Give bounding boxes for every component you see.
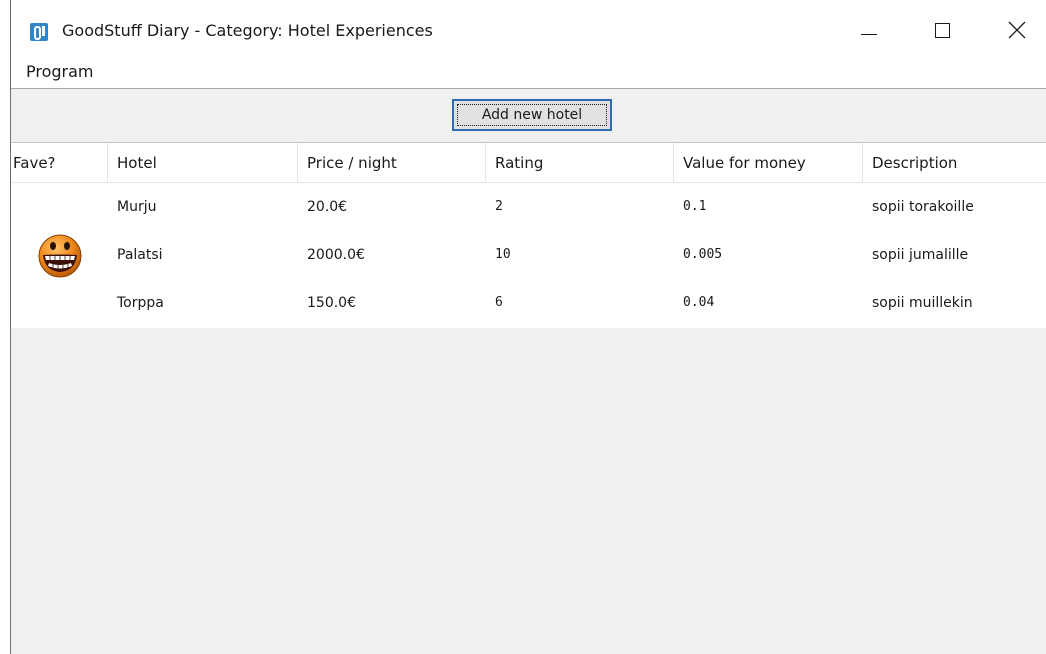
value-for-money: 0.1	[683, 199, 707, 214]
table-row[interactable]: Murju 20.0€ 2 0.1 sopii torakoille	[11, 183, 1046, 231]
close-icon	[1008, 21, 1026, 39]
table-body: Murju 20.0€ 2 0.1 sopii torakoille Palat…	[11, 183, 1046, 328]
table-row[interactable]: Torppa 150.0€ 6 0.04 sopii muillekin	[11, 279, 1046, 327]
hotel-name: Murju	[117, 199, 157, 215]
rating: 6	[495, 295, 503, 310]
close-button[interactable]	[993, 8, 1039, 54]
toolbar: Add new hotel	[11, 88, 1046, 143]
column-header-value[interactable]: Value for money	[674, 143, 863, 183]
minimize-icon	[861, 34, 877, 35]
grinning-smiley-icon[interactable]	[37, 233, 83, 279]
price-per-night: 20.0€	[307, 199, 348, 215]
menu-bar: Program	[11, 58, 1046, 88]
price-per-night: 150.0€	[307, 295, 356, 311]
title-bar[interactable]: GoodStuff Diary - Category: Hotel Experi…	[11, 0, 1046, 60]
price-per-night: 2000.0€	[307, 247, 365, 263]
description: sopii torakoille	[872, 199, 974, 215]
value-for-money: 0.04	[683, 295, 715, 310]
column-header-rating[interactable]: Rating	[486, 143, 674, 183]
hotel-name: Torppa	[117, 295, 164, 311]
add-new-hotel-button[interactable]: Add new hotel	[452, 99, 612, 131]
add-new-hotel-label: Add new hotel	[481, 107, 583, 123]
rating: 10	[495, 247, 511, 262]
description: sopii jumalille	[872, 247, 969, 263]
value-for-money: 0.005	[683, 247, 723, 262]
app-window: GoodStuff Diary - Category: Hotel Experi…	[10, 0, 1046, 654]
hotel-table[interactable]: Fave? Hotel Price / night Rating Value f…	[11, 143, 1046, 654]
column-header-price[interactable]: Price / night	[298, 143, 486, 183]
column-header-fave[interactable]: Fave?	[11, 143, 108, 183]
column-header-description[interactable]: Description	[863, 143, 1046, 183]
menu-program[interactable]: Program	[24, 61, 96, 83]
maximize-icon	[935, 23, 950, 38]
table-row[interactable]: Palatsi 2000.0€ 10 0.005 sopii jumalille	[11, 231, 1046, 279]
table-header: Fave? Hotel Price / night Rating Value f…	[11, 143, 1046, 183]
maximize-button[interactable]	[917, 8, 963, 54]
rating: 2	[495, 199, 503, 214]
window-title: GoodStuff Diary - Category: Hotel Experi…	[62, 21, 433, 40]
diary-app-icon[interactable]	[30, 23, 48, 41]
column-header-hotel[interactable]: Hotel	[108, 143, 298, 183]
description: sopii muillekin	[872, 295, 973, 311]
hotel-name: Palatsi	[117, 247, 163, 263]
minimize-button[interactable]	[847, 8, 893, 54]
